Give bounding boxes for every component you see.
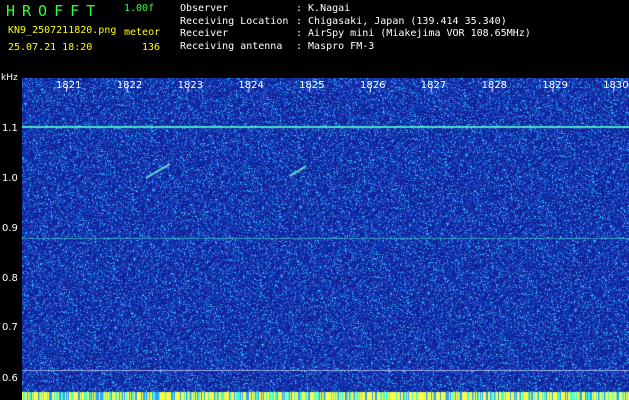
spectrogram-canvas [22, 78, 629, 400]
info-row-observer: Observer : K.Nagai [180, 3, 531, 16]
observer-info: Observer : K.Nagai Receiving Location : Ch… [180, 3, 531, 53]
info-label: Receiver [180, 28, 229, 39]
mode-label: meteor [124, 27, 161, 38]
info-value: : AirSpy mini (Miakejima VOR 108.65MHz) [296, 28, 531, 39]
info-label: Observer [180, 3, 229, 14]
info-value: : Chigasaki, Japan (139.414 35.340) [296, 15, 507, 27]
info-value: : Maspro FM-3 [296, 40, 375, 52]
y-tick-label: 1.0 [2, 173, 18, 184]
info-row-receiver: Receiver : AirSpy mini (Miakejima VOR 108… [180, 28, 531, 41]
y-tick-label: 0.8 [2, 273, 18, 284]
info-label: Receiving antenna [180, 40, 283, 52]
app-brand: HROFFT [6, 2, 103, 20]
info-value: : K.Nagai [296, 3, 351, 14]
timestamp: 25.07.21 18:20 [8, 42, 93, 53]
y-tick-label: 0.9 [2, 223, 18, 234]
app-version: 1.00f [124, 3, 155, 14]
y-tick-label: 0.6 [2, 373, 18, 384]
file-name: KN9_2507211820.png [8, 25, 117, 36]
y-axis-unit: kHz [1, 73, 18, 83]
y-tick-label: 0.7 [2, 322, 18, 333]
y-tick-label: 1.1 [2, 123, 18, 134]
detection-count: 136 [142, 42, 161, 53]
info-label: Receiving Location [180, 15, 289, 27]
info-row-location: Receiving Location : Chigasaki, Japan (13… [180, 16, 531, 29]
header: HROFFT 1.00f KN9_2507211820.png meteor 2… [0, 0, 629, 78]
info-row-antenna: Receiving antenna : Maspro FM-3 [180, 41, 531, 54]
